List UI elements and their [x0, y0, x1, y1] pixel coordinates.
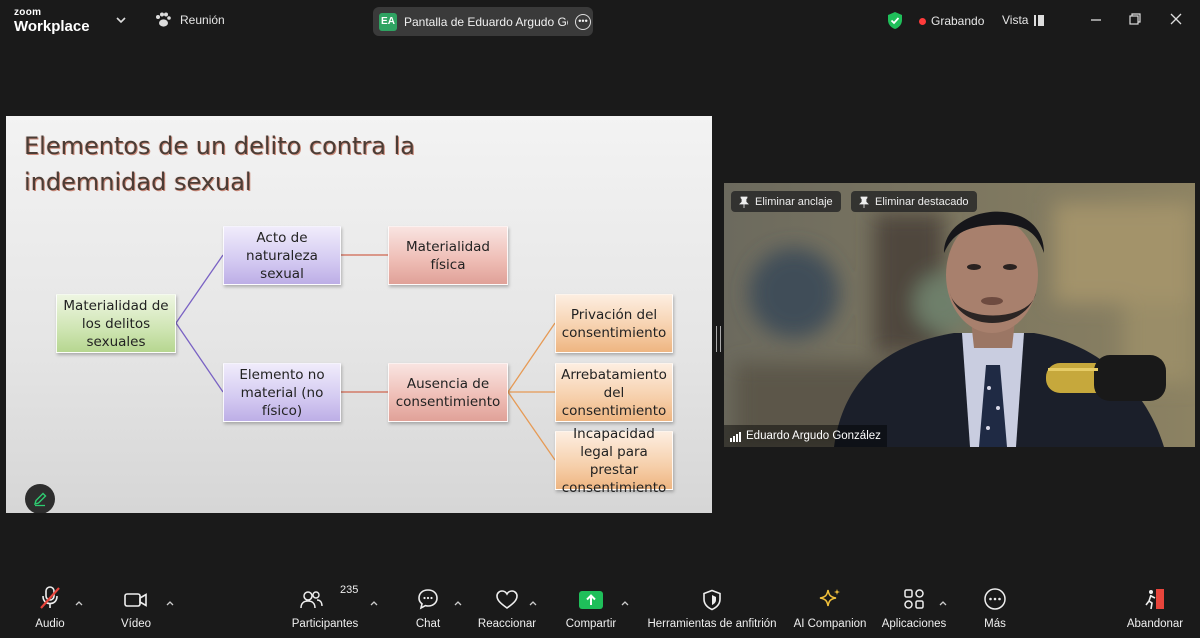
sharer-avatar: EA: [379, 12, 397, 31]
meeting-label: Reunión: [180, 13, 225, 27]
node-arrebatamiento: Arrebatamiento del consentimiento: [555, 363, 673, 422]
recording-dot-icon: [919, 17, 926, 25]
apps-button[interactable]: Aplicaciones: [880, 583, 948, 638]
chat-label: Chat: [415, 618, 441, 630]
video-label: Vídeo: [120, 618, 152, 630]
leave-button[interactable]: Abandonar: [1122, 583, 1188, 638]
share-screen-icon: [579, 591, 603, 609]
host-tools-label: Herramientas de anfitrión: [647, 618, 777, 630]
share-options-chevron-icon[interactable]: [620, 599, 630, 607]
view-button[interactable]: Vista: [1002, 13, 1045, 27]
restore-icon[interactable]: [1127, 11, 1143, 27]
participants-button[interactable]: 235 Participantes: [288, 583, 362, 638]
view-label: Vista: [1002, 13, 1029, 27]
pencil-icon: [33, 492, 47, 507]
pin-icon: [739, 196, 749, 208]
video-camera-icon: [124, 593, 147, 607]
node-ausencia: Ausencia de consentimiento: [388, 363, 508, 422]
participants-options-chevron-icon[interactable]: [369, 599, 379, 607]
node-root: Materialidad de los delitos sexuales: [56, 294, 176, 353]
remove-spotlight-button[interactable]: Eliminar destacado: [851, 191, 977, 212]
share-label-button: Compartir: [565, 618, 617, 630]
sparkle-icon: [819, 589, 840, 607]
brand-large: Workplace: [14, 18, 90, 35]
audio-label: Audio: [35, 618, 65, 630]
paw-icon: [156, 12, 171, 27]
audio-button[interactable]: Audio: [28, 583, 72, 638]
minimize-icon[interactable]: [1088, 11, 1104, 27]
ai-companion-button[interactable]: AI Companion: [790, 583, 870, 638]
apps-icon: [904, 589, 924, 609]
unpin-label: Eliminar anclaje: [755, 195, 833, 208]
node-acto: Acto de naturaleza sexual: [223, 226, 341, 285]
host-tools-button[interactable]: Herramientas de anfitrión: [642, 583, 782, 638]
apps-label: Aplicaciones: [881, 618, 947, 630]
participants-count: 235: [340, 584, 359, 596]
participant-video-tile[interactable]: Eliminar anclaje Eliminar destacado Edua…: [724, 183, 1195, 447]
participant-name: Eduardo Argudo González: [746, 430, 881, 442]
participant-name-tag: Eduardo Argudo González: [724, 425, 887, 447]
share-label: Pantalla de Eduardo Argudo Gor: [404, 14, 568, 29]
panel-splitter-handle[interactable]: [716, 326, 721, 352]
react-options-chevron-icon[interactable]: [528, 599, 538, 607]
view-layout-icon: [1034, 14, 1045, 26]
heart-icon: [496, 590, 518, 609]
leave-door-icon: [1145, 589, 1164, 610]
participant-video-frame: [724, 183, 1195, 447]
recording-indicator[interactable]: Grabando: [919, 14, 984, 28]
ai-companion-label: AI Companion: [793, 618, 867, 630]
node-privacion: Privación del consentimiento: [555, 294, 673, 353]
annotate-button[interactable]: [25, 484, 55, 513]
video-options-chevron-icon[interactable]: [165, 599, 175, 607]
participants-icon: [300, 591, 323, 609]
screen-share-pill[interactable]: EA Pantalla de Eduardo Argudo Gor •••: [373, 7, 593, 36]
zoom-logo: zoom Workplace: [14, 7, 90, 35]
encryption-shield-icon[interactable]: [886, 11, 904, 30]
node-materialidad-fisica: Materialidad física: [388, 226, 508, 285]
more-options-icon[interactable]: •••: [575, 13, 591, 30]
more-dots-icon: [984, 588, 1006, 610]
chat-bubble-icon: [418, 589, 438, 610]
react-button[interactable]: Reaccionar: [476, 583, 538, 638]
leave-label: Abandonar: [1126, 618, 1184, 630]
top-bar: zoom Workplace Reunión EA Pantalla de Ed…: [0, 0, 1200, 42]
node-elemento: Elemento no material (no físico): [223, 363, 341, 422]
unpin-button[interactable]: Eliminar anclaje: [731, 191, 841, 212]
shared-screen-slide: Elementos de un delito contra la indemni…: [6, 116, 712, 513]
remove-spotlight-label: Eliminar destacado: [875, 195, 969, 208]
chat-button[interactable]: Chat: [406, 583, 450, 638]
apps-options-chevron-icon[interactable]: [938, 599, 948, 607]
recording-label: Grabando: [931, 14, 985, 28]
brand-small: zoom: [14, 7, 42, 18]
meeting-toolbar: Audio Vídeo 235 Participantes Chat Reacc…: [0, 583, 1200, 638]
video-button[interactable]: Vídeo: [114, 583, 158, 638]
more-button[interactable]: Más: [974, 583, 1016, 638]
chat-options-chevron-icon[interactable]: [453, 599, 463, 607]
more-label: Más: [984, 618, 1006, 630]
chevron-down-icon[interactable]: [114, 13, 128, 27]
close-icon[interactable]: [1168, 11, 1184, 27]
host-shield-icon: [703, 589, 721, 611]
meeting-info-button[interactable]: Reunión: [154, 12, 225, 28]
microphone-muted-icon: [40, 586, 60, 609]
share-screen-button[interactable]: Compartir: [560, 583, 622, 638]
participants-label: Participantes: [291, 618, 359, 630]
react-label: Reaccionar: [477, 618, 537, 630]
node-incapacidad: Incapacidad legal para prestar consentim…: [555, 426, 673, 496]
signal-strength-icon: [730, 431, 741, 442]
pin-icon: [859, 196, 869, 208]
audio-options-chevron-icon[interactable]: [74, 599, 84, 607]
